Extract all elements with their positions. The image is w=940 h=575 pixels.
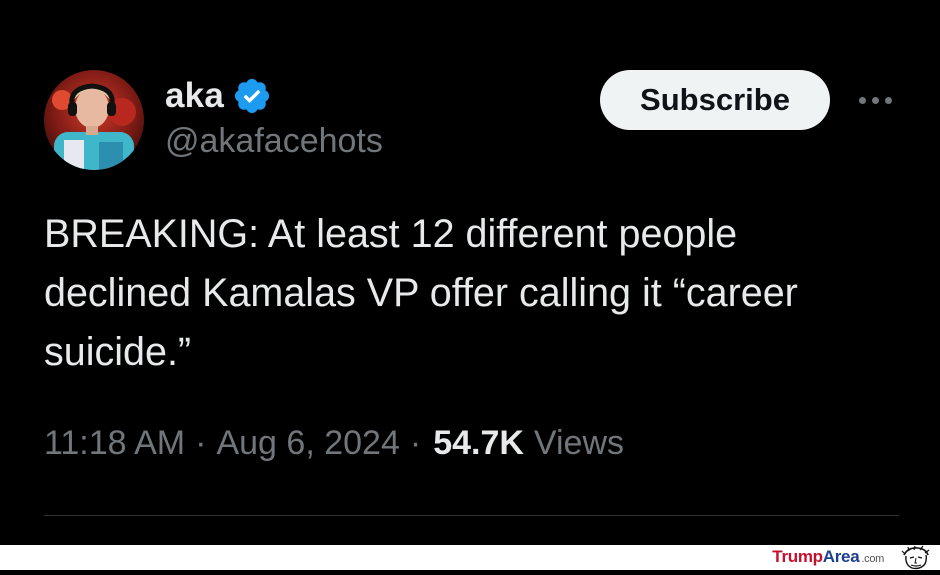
divider	[44, 515, 899, 516]
tweet-card: aka @akafacehots Subscribe BREAKING: At …	[0, 0, 940, 545]
tweet-meta: 11:18 AM · Aug 6, 2024 · 54.7K Views	[44, 424, 624, 463]
avatar-image	[44, 70, 144, 170]
subscribe-button[interactable]: Subscribe	[600, 70, 830, 130]
more-dot	[871, 96, 879, 104]
tweet-time[interactable]: 11:18 AM	[44, 424, 185, 463]
more-dot	[884, 96, 892, 104]
cartoon-face-icon	[896, 545, 936, 570]
author-display-name[interactable]: aka	[165, 76, 224, 116]
more-dot	[858, 96, 866, 104]
profile-avatar[interactable]	[44, 70, 144, 170]
watermark-part-3: .com	[861, 553, 884, 565]
author-handle[interactable]: @akafacehots	[165, 122, 383, 161]
verified-badge-icon[interactable]	[232, 76, 272, 116]
tweet-body-text: BREAKING: At least 12 different people d…	[44, 212, 798, 374]
more-options-icon[interactable]	[850, 82, 900, 118]
views-label: Views	[533, 424, 625, 462]
tweet-date[interactable]: Aug 6, 2024	[216, 424, 399, 463]
watermark-strip: TrumpArea .com	[0, 545, 940, 570]
watermark-part-2: Area	[822, 547, 860, 566]
watermark-logo: TrumpArea .com	[772, 547, 884, 567]
meta-separator: ·	[195, 424, 207, 462]
author-name-row: aka	[165, 72, 272, 120]
meta-separator: ·	[409, 424, 422, 462]
views-count[interactable]: 54.7K	[433, 424, 524, 463]
watermark-part-1: Trump	[772, 547, 823, 566]
